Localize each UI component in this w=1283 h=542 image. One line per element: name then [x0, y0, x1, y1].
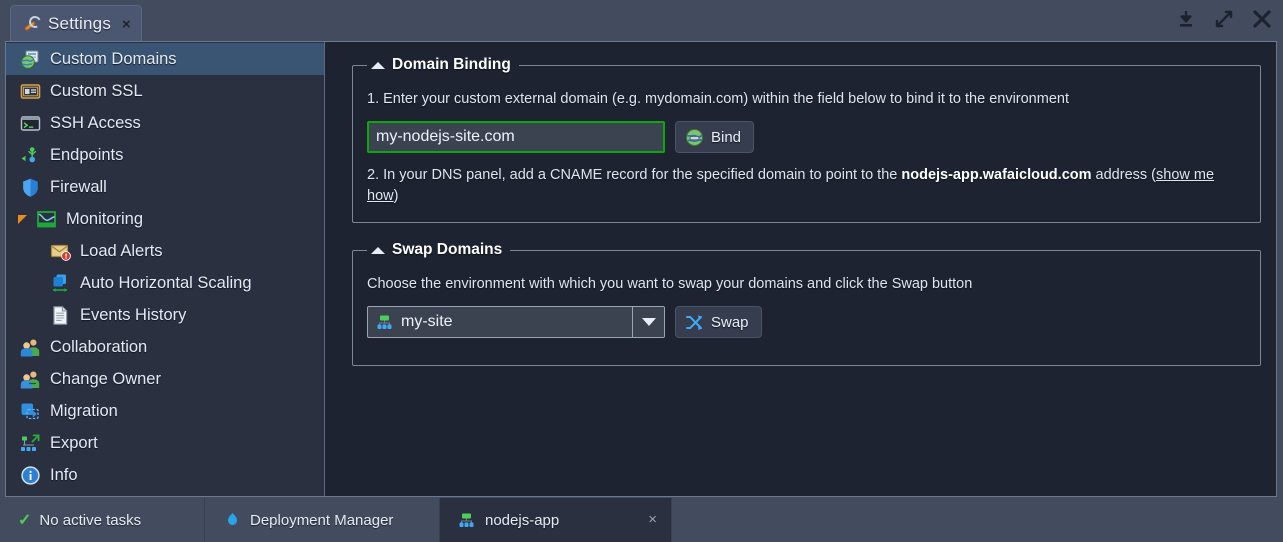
globe-page-icon: [20, 49, 41, 70]
sidebar-item-auto-horizontal-scaling[interactable]: Auto Horizontal Scaling: [6, 267, 324, 299]
step2-prefix: 2. In your DNS panel, add a CNAME record…: [367, 167, 902, 183]
sidebar-item-label: Endpoints: [50, 145, 124, 164]
document-icon: [50, 305, 71, 326]
sidebar-item-label: Events History: [80, 305, 187, 324]
taskbar-deployment-manager-label: Deployment Manager: [250, 511, 394, 529]
sidebar-item-info[interactable]: Info: [6, 459, 324, 491]
sidebar-item-label: Custom Domains: [50, 49, 177, 68]
environment-icon: [376, 314, 393, 331]
sidebar-item-custom-domains[interactable]: Custom Domains: [6, 43, 324, 75]
sidebar-item-export[interactable]: Export: [6, 427, 324, 459]
sidebar-item-endpoints[interactable]: Endpoints: [6, 139, 324, 171]
swap-domains-row: my-site Swap: [367, 306, 1246, 338]
collapse-up-icon[interactable]: [371, 61, 385, 69]
sidebar-item-label: Firewall: [50, 177, 107, 196]
mail-alert-icon: [50, 241, 71, 262]
window-tab-close-icon[interactable]: ×: [122, 17, 131, 32]
change-owner-icon: [20, 369, 41, 390]
sidebar-item-collaboration[interactable]: Collaboration: [6, 331, 324, 363]
swap-domains-legend: Swap Domains: [367, 241, 510, 259]
swap-arrows-icon: [685, 313, 704, 332]
sidebar-item-label: SSH Access: [50, 113, 141, 132]
download-icon[interactable]: [1175, 8, 1197, 30]
sidebar-item-label: Monitoring: [66, 209, 144, 228]
settings-sidebar: Custom Domains Custom SSL SSH Access Endpoi…: [6, 42, 325, 496]
environment-icon: [458, 512, 475, 529]
taskbar-environment-label: nodejs-app: [485, 511, 560, 529]
sidebar-item-label: Change Owner: [50, 369, 161, 388]
swap-domains-panel: Swap Domains Choose the environment with…: [352, 241, 1261, 366]
sidebar-item-label: Migration: [50, 401, 118, 420]
terminal-icon: [20, 113, 41, 134]
domain-binding-step1: 1. Enter your custom external domain (e.…: [367, 91, 1069, 107]
sidebar-item-label: Export: [50, 433, 98, 452]
wrench-icon: [23, 14, 43, 33]
close-icon[interactable]: [1251, 8, 1273, 30]
sidebar-item-load-alerts[interactable]: Load Alerts: [6, 235, 324, 267]
environment-select-value-wrap: my-site: [368, 307, 632, 337]
sidebar-item-change-owner[interactable]: Change Owner: [6, 363, 324, 395]
sidebar-item-custom-ssl[interactable]: Custom SSL: [6, 75, 324, 107]
sidebar-item-ssh-access[interactable]: SSH Access: [6, 107, 324, 139]
swap-domains-description: Choose the environment with which you wa…: [367, 276, 973, 292]
environment-select[interactable]: my-site: [367, 306, 665, 338]
swap-domains-title: Swap Domains: [392, 241, 503, 258]
sidebar-item-events-history[interactable]: Events History: [6, 299, 324, 331]
taskbar-deployment-manager[interactable]: Deployment Manager: [205, 498, 440, 542]
taskbar-active-tasks[interactable]: ✓ No active tasks: [0, 498, 205, 542]
environment-select-value: my-site: [401, 313, 453, 330]
custom-domain-input[interactable]: [367, 121, 665, 153]
taskbar-active-tasks-label: No active tasks: [39, 511, 142, 529]
sidebar-item-firewall[interactable]: Firewall: [6, 171, 324, 203]
domain-binding-step2: 2. In your DNS panel, add a CNAME record…: [367, 165, 1246, 207]
shield-icon: [20, 177, 41, 198]
sidebar-item-migration[interactable]: Migration: [6, 395, 324, 427]
sidebar-item-label: Info: [50, 465, 78, 484]
collapse-up-icon[interactable]: [371, 246, 385, 254]
settings-window-root: Settings × Custom Domains Custom SSL SSH A…: [0, 0, 1283, 542]
check-icon: ✓: [18, 512, 32, 529]
window-tabstrip: Settings ×: [0, 0, 1283, 42]
sidebar-item-label: Custom SSL: [50, 81, 143, 100]
sidebar-item-label: Collaboration: [50, 337, 148, 356]
expand-triangle-icon[interactable]: [18, 215, 27, 224]
swap-button-label: Swap: [711, 313, 749, 331]
export-icon: [20, 433, 41, 454]
cloud-icon: [223, 511, 242, 530]
settings-window: Custom Domains Custom SSL SSH Access Endpoi…: [5, 41, 1277, 497]
bind-button[interactable]: Bind: [675, 121, 755, 153]
domain-binding-legend: Domain Binding: [367, 56, 519, 74]
taskbar-environment-close-icon[interactable]: ×: [648, 512, 657, 527]
info-icon: [20, 465, 41, 486]
sidebar-item-monitoring[interactable]: Monitoring: [6, 203, 324, 235]
scaling-icon: [50, 273, 71, 294]
sidebar-item-label: Auto Horizontal Scaling: [80, 273, 252, 292]
sidebar-item-label: Load Alerts: [80, 241, 163, 260]
globe-link-icon: [685, 128, 704, 147]
taskbar: ✓ No active tasks Deployment Manager nod…: [0, 498, 1283, 542]
step2-suffix: ): [393, 188, 399, 204]
expand-icon[interactable]: [1213, 8, 1235, 30]
taskbar-environment-tab[interactable]: nodejs-app ×: [440, 498, 672, 542]
window-tab-title: Settings: [48, 14, 112, 33]
domain-binding-panel: Domain Binding 1. Enter your custom exte…: [352, 56, 1261, 223]
step2-mid: address (: [1091, 167, 1156, 183]
settings-content: Domain Binding 1. Enter your custom exte…: [325, 42, 1276, 496]
domain-binding-title: Domain Binding: [392, 56, 511, 73]
chevron-down-icon[interactable]: [632, 307, 664, 337]
users-icon: [20, 337, 41, 358]
endpoints-icon: [20, 145, 41, 166]
cname-target: nodejs-app.wafaicloud.com: [901, 167, 1092, 183]
swap-button[interactable]: Swap: [675, 306, 762, 338]
migration-icon: [20, 401, 41, 422]
domain-binding-row: Bind: [367, 121, 1246, 153]
certificate-icon: [20, 81, 41, 102]
bind-button-label: Bind: [711, 128, 742, 146]
chart-icon: [36, 209, 57, 230]
window-controls: [1175, 8, 1273, 30]
window-tab-settings[interactable]: Settings ×: [10, 5, 142, 42]
